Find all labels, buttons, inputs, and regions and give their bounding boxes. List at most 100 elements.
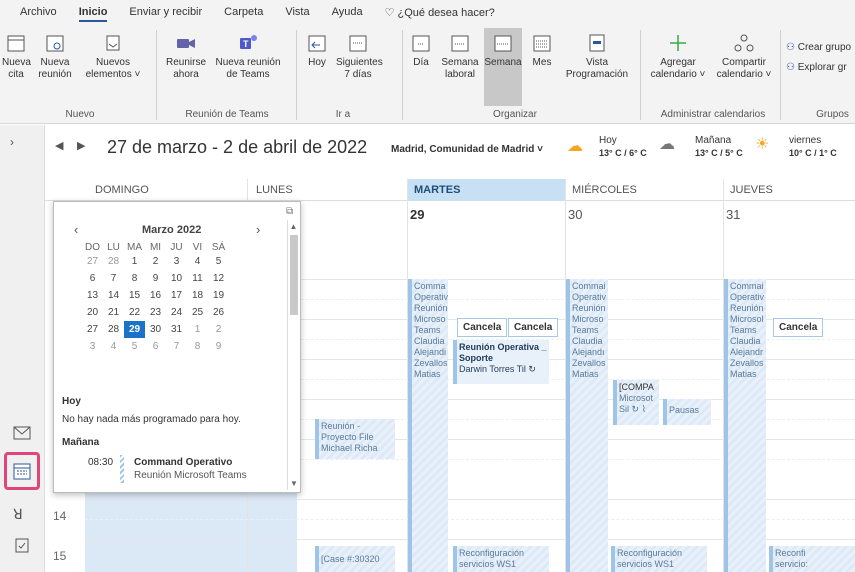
scroll-thumb[interactable] [289,235,298,315]
tasks-icon[interactable] [14,537,30,553]
appointment-proyecto-file[interactable]: Reunión - Proyecto File Michael Richa [315,419,395,459]
calendar-day[interactable]: 10 [166,270,187,287]
expand-folder-pane-icon[interactable]: › [10,135,14,149]
next-month-icon[interactable]: › [256,222,260,237]
create-group-button[interactable]: ⚇ Crear grupo [786,42,851,53]
agenda-item-title[interactable]: Command Operativo [134,457,232,468]
popout-icon[interactable]: ⧉ [286,206,293,217]
calendar-day[interactable]: 20 [82,304,103,321]
calendar-day[interactable]: 15 [124,287,145,304]
calendar-day[interactable]: 2 [145,253,166,270]
month-view-button[interactable]: Mes [528,32,556,69]
appointment-case[interactable]: [Case #:30320 [315,546,395,572]
calendar-day[interactable]: 28 [103,321,124,338]
day-header-jueves[interactable]: JUEVES [723,179,855,201]
calendar-day[interactable]: 24 [166,304,187,321]
appointment-compa[interactable]: [COMPA Microsot Sil ↻ ⌇ [613,380,659,425]
calendar-day[interactable]: 8 [124,270,145,287]
calendar-day[interactable]: 26 [208,304,229,321]
calendar-day[interactable]: 4 [187,253,208,270]
day-header-martes[interactable]: MARTES [407,179,565,201]
calendar-day[interactable]: 18 [187,287,208,304]
week-view-button[interactable]: Semana [484,28,522,106]
add-calendar-button[interactable]: Agregar calendario ˅ [646,32,710,81]
day-header-lunes[interactable]: LUNES [247,179,407,201]
prev-month-icon[interactable]: ‹ [74,222,78,237]
schedule-view-button[interactable]: Vista Programación [562,32,632,81]
appointment-command-wed[interactable]: Commai Operativ Reunión Microso Teams Claudia… [566,279,608,572]
previous-icon[interactable]: ◀ [55,139,63,152]
share-calendar-button[interactable]: Compartir calendario ˅ [712,32,776,81]
people-icon[interactable]: ꓤ [13,506,23,523]
menu-inicio[interactable]: Inicio [78,6,107,22]
scroll-down-icon[interactable]: ▼ [288,479,300,488]
new-items-button[interactable]: Nuevos elementos ˅ [78,32,148,81]
calendar-day[interactable]: 11 [187,270,208,287]
mail-icon[interactable] [13,426,31,440]
appointment-reconf-thu[interactable]: Reconfi servicio: [769,546,855,572]
appointment-pausas[interactable]: Pausas [663,399,711,425]
day-header-miercoles[interactable]: MIÉRCOLES [565,179,723,201]
calendar-day[interactable]: 9 [145,270,166,287]
meet-now-button[interactable]: Reunirse ahora [164,32,208,81]
next-icon[interactable]: ▶ [77,139,85,152]
today-button[interactable]: Hoy [304,32,330,69]
calendar-day[interactable]: 28 [103,253,124,270]
appointment-command-tue[interactable]: Comma Operativ Reunión Microso Teams Claudia A… [408,279,448,572]
work-week-button[interactable]: Semana laboral [440,32,480,81]
calendar-day[interactable]: 27 [82,253,103,270]
calendar-day[interactable]: 23 [145,304,166,321]
tell-me-box[interactable]: ♡ ¿Qué desea hacer? [385,6,495,19]
calendar-day[interactable]: 31 [166,321,187,338]
calendar-day[interactable]: 13 [82,287,103,304]
calendar-day[interactable]: 19 [208,287,229,304]
new-meeting-button[interactable]: Nueva reunión [34,32,76,81]
calendar-day[interactable]: 1 [124,253,145,270]
new-teams-meeting-button[interactable]: T Nueva reunión de Teams [212,32,284,81]
cancelled-chip-thu[interactable]: Cancela [773,318,824,337]
calendar-day[interactable]: 8 [187,338,208,355]
location-selector[interactable]: Madrid, Comunidad de Madrid ˅ [391,144,543,155]
calendar-day[interactable]: 3 [166,253,187,270]
calendar-day[interactable]: 12 [208,270,229,287]
calendar-day[interactable]: 30 [145,321,166,338]
calendar-day[interactable]: 16 [145,287,166,304]
cancelled-chip-tue-2[interactable]: Cancela [508,318,559,337]
next-7-days-button[interactable]: Siguientes 7 días [336,32,383,81]
calendar-day[interactable]: 4 [103,338,124,355]
calendar-day[interactable]: 5 [124,338,145,355]
calendar-day[interactable]: 7 [166,338,187,355]
cancelled-chip-tue-1[interactable]: Cancela [457,318,508,337]
menu-ayuda[interactable]: Ayuda [332,6,363,18]
menu-vista[interactable]: Vista [285,6,309,18]
popup-scrollbar[interactable]: ▲ ▼ [287,220,299,490]
calendar-day[interactable]: 7 [103,270,124,287]
new-appointment-button[interactable]: Nueva cita [2,32,31,81]
menu-archivo[interactable]: Archivo [20,6,57,18]
appointment-reconf-tue[interactable]: Reconfiguración servicios WS1 [453,546,549,572]
calendar-day[interactable]: 6 [145,338,166,355]
menu-carpeta[interactable]: Carpeta [224,6,263,18]
calendar-nav-button[interactable] [4,452,40,490]
calendar-day[interactable]: 2 [208,321,229,338]
calendar-day[interactable]: 6 [82,270,103,287]
browse-groups-button[interactable]: ⚇ Explorar gr [786,62,847,73]
appointment-command-thu[interactable]: Commai Operativ Reunión Microsol Teams Claudi… [724,279,766,572]
calendar-day[interactable]: 9 [208,338,229,355]
calendar-day[interactable]: 14 [103,287,124,304]
calendar-day[interactable]: 27 [82,321,103,338]
calendar-day-selected[interactable]: 29 [124,321,145,338]
appointment-reconf-wed[interactable]: Reconfiguración servicios WS1 [611,546,707,572]
calendar-day[interactable]: 25 [187,304,208,321]
calendar-day[interactable]: 1 [187,321,208,338]
scroll-up-icon[interactable]: ▲ [288,222,299,231]
calendar-day[interactable]: 5 [208,253,229,270]
calendar-day[interactable]: 21 [103,304,124,321]
calendar-day[interactable]: 3 [82,338,103,355]
calendar-day[interactable]: 17 [166,287,187,304]
calendar-day[interactable]: 22 [124,304,145,321]
day-view-button[interactable]: Día [410,32,432,69]
appointment-soporte[interactable]: Reunión Operativa _ Soporte Darwin Torre… [453,340,549,384]
menu-enviar-recibir[interactable]: Enviar y recibir [129,6,202,18]
day-header-domingo[interactable]: DOMINGO [85,179,247,201]
